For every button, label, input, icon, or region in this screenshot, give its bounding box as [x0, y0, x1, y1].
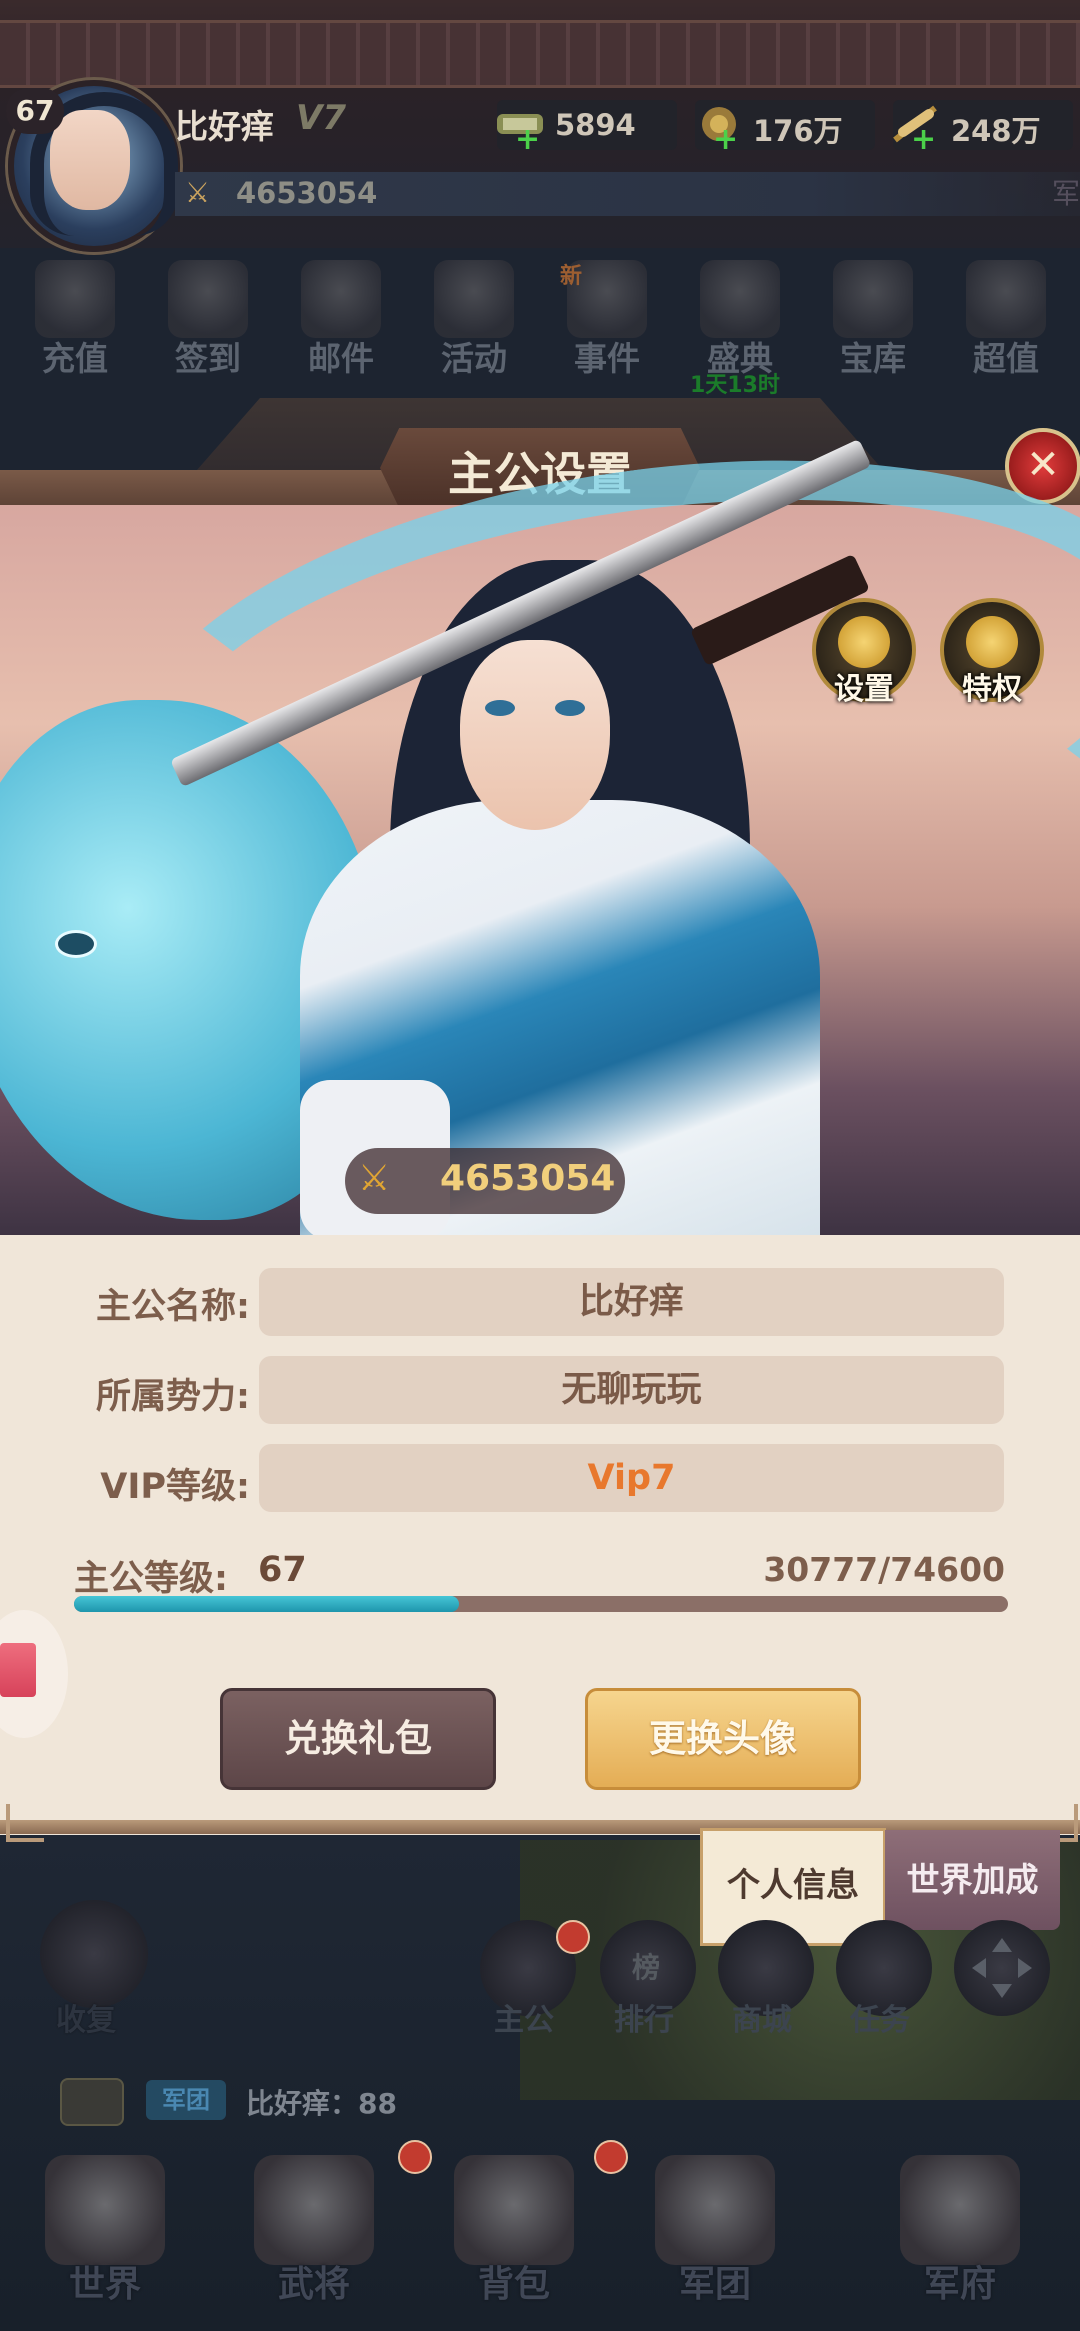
menu-label: 充值	[42, 339, 108, 378]
menu-super-value[interactable]: 超值	[951, 260, 1061, 410]
tab-world-bonus[interactable]: 世界加成	[885, 1830, 1060, 1930]
settings-label: 设置	[834, 672, 894, 707]
menu-recharge[interactable]: 充值	[20, 260, 130, 410]
recharge-icon	[35, 260, 115, 338]
hero-face	[460, 640, 610, 830]
nav-label: 背包	[477, 2264, 550, 2305]
nav-mansion[interactable]: 军府	[870, 2155, 1050, 2331]
menu-label: 事件	[574, 339, 640, 378]
chat-channel-tag: 军团	[146, 2080, 226, 2120]
vip-level-label: VIP等级:	[100, 1467, 250, 1507]
move-control-button[interactable]	[954, 1920, 1050, 2016]
lord-level-value: 67	[258, 1550, 307, 1590]
recover-button[interactable]	[40, 1900, 148, 2008]
resource-grain[interactable]: + 248万	[893, 100, 1073, 157]
mansion-icon	[900, 2155, 1020, 2265]
legion-icon	[655, 2155, 775, 2265]
menu-label: 宝库	[840, 339, 906, 378]
shortcut-ranking-label: 排行	[614, 2003, 674, 2038]
exp-bar-fill	[74, 1596, 459, 1612]
faction-field: 无聊玩玩	[259, 1356, 1004, 1424]
change-avatar-button[interactable]: 更换头像	[585, 1688, 861, 1790]
hero-eye	[555, 700, 585, 716]
add-icon[interactable]: +	[713, 122, 738, 157]
menu-label: 签到	[175, 339, 241, 378]
nav-backpack[interactable]: 背包	[424, 2155, 604, 2331]
festival-timer: 1天13时	[690, 373, 780, 398]
player-power: 4653054	[236, 176, 378, 210]
menu-treasury[interactable]: 宝库	[818, 260, 928, 410]
ranking-icon: 榜	[632, 1951, 661, 1984]
world-icon	[45, 2155, 165, 2265]
player-name: 比好痒	[175, 107, 274, 146]
nav-label: 武将	[277, 2264, 350, 2305]
resource-scroll[interactable]: + 5894	[497, 100, 677, 157]
menu-checkin[interactable]: 签到	[153, 260, 263, 410]
lord-level-label: 主公等级:	[74, 1559, 228, 1599]
chat-message[interactable]: 比好痒：88	[246, 2082, 397, 2122]
exp-progress-text: 30777/74600	[763, 1550, 1005, 1589]
privilege-button[interactable]: 特权	[940, 598, 1044, 707]
nav-label: 军团	[678, 2264, 751, 2305]
top-frieze-decoration	[0, 20, 1080, 88]
notification-dot	[594, 2140, 628, 2174]
hero-eye	[485, 700, 515, 716]
menu-label: 超值	[973, 339, 1039, 378]
festival-icon	[700, 260, 780, 338]
player-level-badge: 67	[6, 88, 64, 134]
notification-dot	[556, 1920, 590, 1954]
dragon-eye	[55, 930, 97, 958]
redeem-gift-button[interactable]: 兑换礼包	[220, 1688, 496, 1790]
add-icon[interactable]: +	[515, 122, 540, 157]
hero-power-value: 4653054	[440, 1158, 616, 1199]
nav-label: 军府	[923, 2264, 996, 2305]
mail-icon	[301, 260, 381, 338]
shortcut-task-label: 任务	[850, 2003, 910, 2038]
gift-icon	[0, 1643, 36, 1697]
shortcut-lord-label: 主公	[494, 2003, 554, 2038]
privilege-label: 特权	[962, 672, 1022, 707]
treasury-icon	[833, 260, 913, 338]
diamond-icon	[966, 616, 1018, 668]
checkin-icon	[168, 260, 248, 338]
chat-icon[interactable]	[60, 2078, 124, 2126]
settings-button[interactable]: 设置	[812, 598, 916, 707]
menu-label: 邮件	[308, 339, 374, 378]
power-icon: ⚔	[358, 1158, 391, 1199]
vip-level-field: Vip7	[259, 1444, 1004, 1512]
vip-badge[interactable]: V7	[296, 98, 346, 138]
recover-label: 收复	[56, 2003, 116, 2038]
activity-menu: 充值 签到 邮件 活动 事件 盛典 宝库 超值	[0, 248, 1080, 408]
new-badge: 新	[560, 264, 583, 289]
edge-label: 军	[1052, 177, 1080, 210]
activity-icon	[434, 260, 514, 338]
menu-mail[interactable]: 邮件	[286, 260, 396, 410]
lord-name-field: 比好痒	[259, 1268, 1004, 1336]
nav-general[interactable]: 武将	[224, 2155, 404, 2331]
backpack-icon	[454, 2155, 574, 2265]
close-icon: ✕	[1026, 442, 1060, 488]
menu-label: 活动	[441, 339, 507, 378]
corner-ornament	[6, 1804, 44, 1842]
super-value-icon	[966, 260, 1046, 338]
nav-legion[interactable]: 军团	[625, 2155, 805, 2331]
resource-value: 5894	[555, 108, 636, 142]
move-arrows-icon	[972, 1938, 1032, 1998]
faction-label: 所属势力:	[96, 1377, 250, 1417]
avatar-face	[50, 110, 130, 210]
resource-value: 176万	[753, 114, 843, 148]
gear-icon	[838, 616, 890, 668]
lord-name-label: 主公名称:	[96, 1287, 250, 1327]
menu-activity[interactable]: 活动	[419, 260, 529, 410]
add-icon[interactable]: +	[911, 122, 936, 157]
nav-label: 世界	[68, 2264, 141, 2305]
resource-coins[interactable]: + 176万	[695, 100, 875, 157]
general-icon	[254, 2155, 374, 2265]
power-icon: ⚔	[185, 176, 211, 209]
resource-value: 248万	[951, 114, 1041, 148]
nav-world[interactable]: 世界	[15, 2155, 195, 2331]
shortcut-shop-label: 商城	[732, 2003, 792, 2038]
